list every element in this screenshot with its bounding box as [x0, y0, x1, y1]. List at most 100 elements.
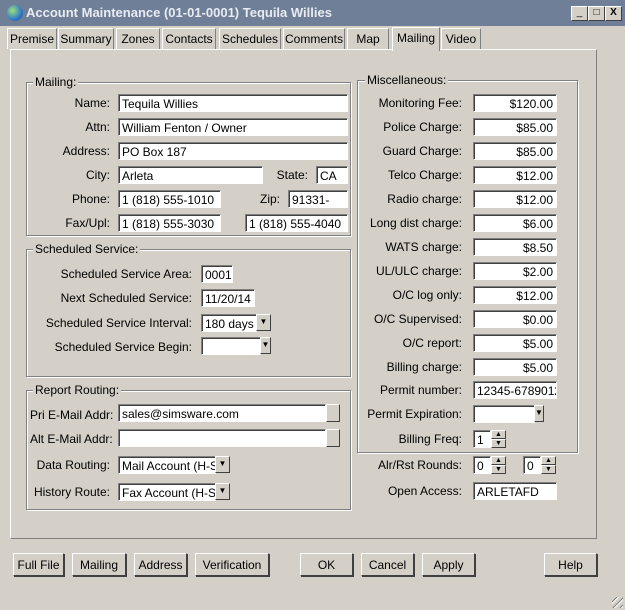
tab-schedules[interactable]: Schedules [219, 28, 281, 49]
state-label: State: [276, 168, 308, 182]
billing-charge-field[interactable]: $5.00 [473, 358, 557, 376]
service-begin-field[interactable] [201, 337, 261, 355]
mailing-button[interactable]: Mailing [72, 553, 126, 576]
tab-map[interactable]: Map [347, 28, 389, 49]
alt-email-field[interactable] [118, 429, 326, 447]
pri-email-label: Pri E-Mail Addr: [30, 408, 114, 422]
mailing-group-title: Mailing: [33, 75, 79, 89]
city-field[interactable]: Arleta [118, 166, 263, 184]
alt-email-label: Alt E-Mail Addr: [30, 432, 113, 446]
address-label: Address: [62, 144, 110, 158]
tab-summary[interactable]: Summary [58, 28, 114, 49]
service-begin-dropdown-icon[interactable]: ▼ [260, 337, 271, 354]
oc-report-field[interactable]: $5.00 [473, 334, 557, 352]
wats-charge-field[interactable]: $8.50 [473, 238, 557, 256]
minimize-button[interactable]: _ [571, 6, 588, 21]
data-routing-dropdown-icon[interactable]: ▼ [215, 456, 230, 473]
history-route-dropdown-icon[interactable]: ▼ [215, 483, 230, 500]
next-service-label: Next Scheduled Service: [60, 291, 192, 305]
history-route-label: History Route: [33, 485, 110, 499]
tab-comments[interactable]: Comments [283, 28, 345, 49]
billing-freq-up-icon[interactable]: ▲ [491, 430, 506, 439]
tab-premise[interactable]: Premise [7, 28, 57, 49]
alr-rst-rounds-label: Alr/Rst Rounds: [377, 458, 462, 472]
service-area-label: Scheduled Service Area: [60, 267, 192, 281]
misc-label: O/C Supervised: [373, 312, 462, 326]
ok-button[interactable]: OK [300, 553, 353, 576]
zip-label: Zip: [259, 192, 280, 206]
billing-freq-field[interactable]: 1 [473, 430, 491, 448]
zip-field[interactable]: 91331- [288, 190, 348, 208]
telco-charge-field[interactable]: $12.00 [473, 166, 557, 184]
rst-rounds-down-icon[interactable]: ▼ [541, 465, 556, 474]
service-interval-label: Scheduled Service Interval: [45, 316, 192, 330]
service-begin-label: Scheduled Service Begin: [54, 340, 192, 354]
phone-field[interactable]: 1 (818) 555-1010 [118, 190, 221, 208]
fax-field[interactable]: 1 (818) 555-3030 [118, 214, 221, 232]
guard-charge-field[interactable]: $85.00 [473, 142, 557, 160]
service-interval-dropdown-icon[interactable]: ▼ [256, 314, 271, 331]
long-dist-charge-field[interactable]: $6.00 [473, 214, 557, 232]
close-button[interactable]: X [605, 6, 622, 21]
police-charge-field[interactable]: $85.00 [473, 118, 557, 136]
miscellaneous-title: Miscellaneous: [365, 73, 449, 87]
report-routing-title: Report Routing: [33, 383, 122, 397]
ul-ulc-charge-field[interactable]: $2.00 [473, 262, 557, 280]
rst-rounds-up-icon[interactable]: ▲ [541, 456, 556, 465]
app-globe-icon [7, 5, 23, 21]
permit-expiration-label: Permit Expiration: [367, 407, 462, 421]
open-access-label: Open Access: [387, 484, 462, 498]
monitoring-fee-field[interactable]: $120.00 [473, 94, 557, 112]
service-interval-select[interactable]: 180 days [201, 314, 257, 332]
misc-label: Billing charge: [386, 360, 462, 374]
data-routing-select[interactable]: Mail Account (H-S-/ [118, 456, 216, 474]
misc-label: O/C log only: [392, 288, 462, 302]
verification-button[interactable]: Verification [195, 553, 269, 576]
attn-label: Attn: [85, 120, 110, 134]
tab-mailing[interactable]: Mailing [392, 27, 440, 51]
fax2-field[interactable]: 1 (818) 555-4040 [245, 214, 348, 232]
help-button[interactable]: Help [544, 553, 597, 576]
data-routing-label: Data Routing: [36, 458, 110, 472]
oc-log-only-field[interactable]: $12.00 [473, 286, 557, 304]
alt-email-browse-button[interactable] [326, 429, 340, 447]
billing-freq-down-icon[interactable]: ▼ [491, 439, 506, 448]
attn-field[interactable]: William Fenton / Owner [118, 118, 348, 136]
tab-contacts[interactable]: Contacts [162, 28, 216, 49]
misc-label: Guard Charge: [382, 144, 462, 158]
apply-button[interactable]: Apply [422, 553, 475, 576]
state-field[interactable]: CA [316, 166, 348, 184]
tab-video[interactable]: Video [441, 28, 481, 49]
address-field[interactable]: PO Box 187 [118, 142, 348, 160]
city-label: City: [86, 168, 110, 182]
misc-label: Monitoring Fee: [378, 96, 462, 110]
pri-email-browse-button[interactable] [326, 404, 340, 422]
oc-supervised-field[interactable]: $0.00 [473, 310, 557, 328]
name-field[interactable]: Tequila Willies [118, 94, 348, 112]
maximize-button[interactable]: □ [588, 6, 605, 21]
rst-rounds-field[interactable]: 0 [523, 456, 541, 474]
misc-label: WATS charge: [385, 240, 462, 254]
next-service-field[interactable]: 11/20/14 [201, 289, 255, 307]
permit-expiration-dropdown-icon[interactable]: ▼ [534, 405, 544, 422]
alr-rounds-down-icon[interactable]: ▼ [491, 465, 506, 474]
service-area-field[interactable]: 0001 [201, 265, 233, 283]
full-file-button[interactable]: Full File [13, 553, 64, 576]
radio-charge-field[interactable]: $12.00 [473, 190, 557, 208]
history-route-select[interactable]: Fax Account (H-S-C [118, 483, 216, 501]
cancel-button[interactable]: Cancel [361, 553, 414, 576]
window-title: Account Maintenance (01-01-0001) Tequila… [26, 5, 332, 20]
tab-zones[interactable]: Zones [116, 28, 160, 49]
billing-freq-label: Billing Freq: [398, 432, 462, 446]
address-button[interactable]: Address [134, 553, 187, 576]
fax-label: Fax/Upl: [65, 216, 110, 230]
open-access-field[interactable]: ARLETAFD [473, 482, 557, 500]
permit-number-field[interactable]: 12345-6789012 [473, 381, 557, 399]
permit-expiration-field[interactable] [473, 405, 535, 423]
resize-grip-icon[interactable] [612, 597, 623, 608]
name-label: Name: [74, 96, 110, 110]
alr-rounds-field[interactable]: 0 [473, 456, 491, 474]
pri-email-field[interactable]: sales@simsware.com [118, 404, 326, 422]
alr-rounds-up-icon[interactable]: ▲ [491, 456, 506, 465]
misc-label: Long dist charge: [369, 216, 462, 230]
